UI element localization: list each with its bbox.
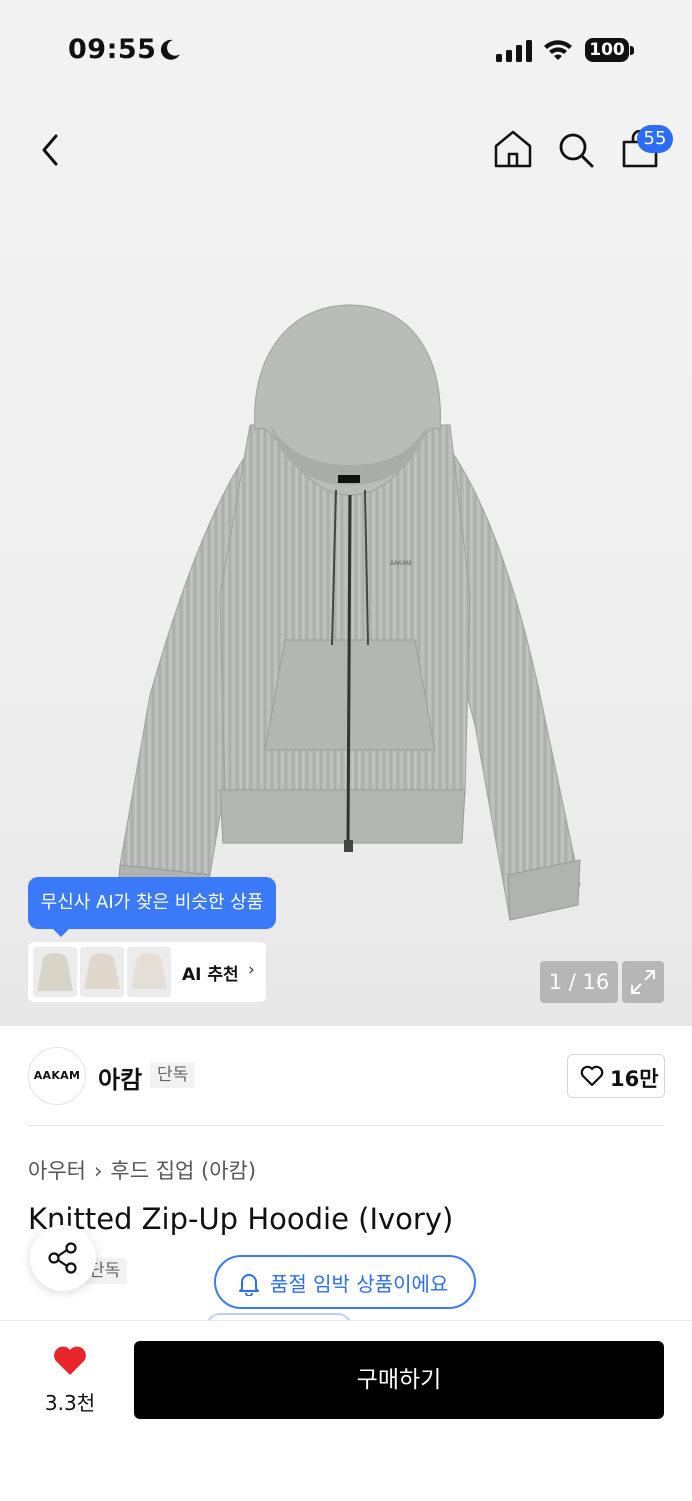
tooltip-tail	[52, 928, 70, 937]
ai-recommend-thumbnail[interactable]	[33, 947, 77, 997]
divider	[28, 1125, 664, 1126]
ai-recommend-thumbnail[interactable]	[127, 947, 171, 997]
breadcrumb: 아우터 › 후드 집업 (아캄)	[28, 1155, 256, 1185]
image-counter: 1 / 16	[540, 961, 618, 1003]
cellular-signal-icon	[496, 40, 532, 62]
battery-level: 100	[585, 38, 629, 62]
share-icon	[48, 1242, 77, 1274]
buy-button[interactable]: 구매하기	[134, 1341, 664, 1419]
wifi-icon	[544, 40, 572, 60]
ai-recommend-label: AI 추천	[182, 965, 239, 985]
wishlist-count: 3.3천	[44, 1391, 96, 1415]
status-time: 09:55	[68, 34, 157, 65]
chevron-right-icon: ›	[93, 1159, 103, 1183]
search-icon[interactable]	[556, 130, 596, 170]
exclusive-tag: 단독	[150, 1062, 196, 1088]
svg-text:AAKAM: AAKAM	[390, 561, 411, 567]
chevron-right-icon: ›	[248, 960, 255, 980]
product-title: Knitted Zip-Up Hoodie (Ivory)	[28, 1202, 454, 1236]
brand-logo[interactable]: AAKAM	[28, 1047, 86, 1105]
brand-name[interactable]: 아캄	[98, 1060, 142, 1095]
back-arrow-icon[interactable]	[36, 130, 64, 170]
cart-count-badge: 55	[637, 125, 673, 153]
low-stock-alert-pill[interactable]: 품절 임박 상품이에요	[214, 1255, 476, 1309]
ai-similar-tooltip[interactable]: 무신사 AI가 찾은 비슷한 상품	[28, 877, 276, 937]
breadcrumb-item[interactable]: 아우터	[28, 1159, 86, 1183]
home-icon[interactable]	[492, 128, 534, 170]
status-bar: 09:55 100	[0, 0, 692, 100]
battery-nub	[630, 46, 634, 55]
brand-like-button[interactable]: 16만	[567, 1054, 665, 1098]
heart-outline-icon	[580, 1065, 604, 1087]
low-stock-alert-text: 품절 임박 상품이에요	[270, 1272, 449, 1296]
battery-indicator: 100	[585, 38, 635, 64]
heart-filled-icon	[54, 1346, 86, 1375]
ai-tooltip-text: 무신사 AI가 찾은 비슷한 상품	[40, 892, 264, 913]
ai-recommend-thumbnail[interactable]	[80, 947, 124, 997]
product-image: AAKAM	[117, 304, 581, 921]
brand-like-count: 16만	[610, 1067, 659, 1091]
wishlist-button[interactable]: 3.3천	[30, 1345, 110, 1415]
share-button[interactable]	[30, 1225, 96, 1291]
bell-icon	[239, 1274, 259, 1296]
expand-image-button[interactable]	[622, 961, 664, 1003]
breadcrumb-item[interactable]: 후드 집업 (아캄)	[110, 1159, 256, 1183]
moon-icon	[160, 39, 180, 60]
expand-icon	[631, 970, 655, 994]
ai-recommend-bar[interactable]: AI 추천 ›	[28, 942, 266, 1002]
